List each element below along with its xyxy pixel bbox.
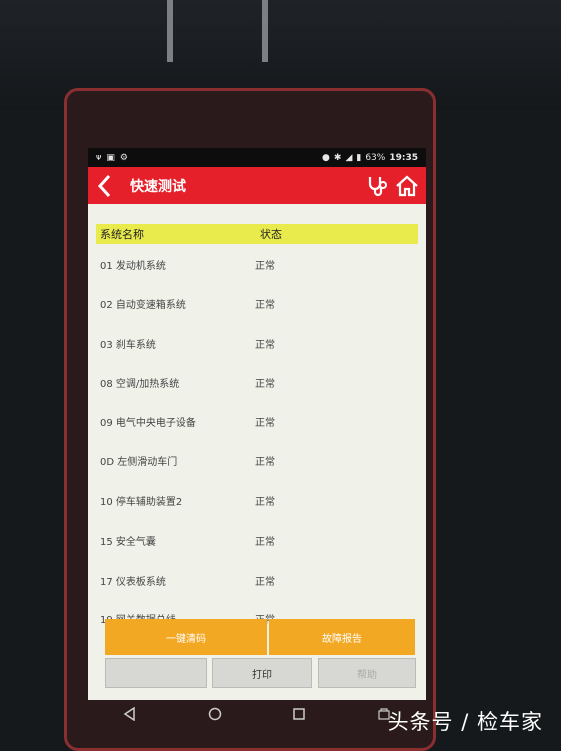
system-state: 正常	[255, 536, 275, 548]
stethoscope-button[interactable]	[364, 172, 390, 200]
home-icon	[396, 175, 418, 196]
print-button[interactable]: 打印	[212, 658, 312, 688]
list-item[interactable]: 09 电气中央电子设备 正常	[100, 409, 400, 433]
list-item[interactable]: 01 发动机系统 正常	[100, 252, 400, 276]
system-state: 正常	[255, 456, 275, 468]
system-state: 正常	[255, 378, 275, 390]
watermark: 头条号 / 检车家	[387, 710, 543, 734]
system-name: 0D 左侧滑动车门	[100, 456, 178, 468]
android-nav-bar	[88, 700, 426, 730]
list-item[interactable]: 10 停车辅助装置2 正常	[100, 488, 400, 512]
nav-back-button[interactable]	[123, 706, 137, 725]
back-arrow-icon	[97, 174, 111, 197]
help-button[interactable]: 帮助	[318, 658, 416, 688]
home-button[interactable]	[394, 172, 420, 200]
system-state: 正常	[255, 299, 275, 311]
column-header-name: 系统名称	[100, 228, 144, 241]
blank-button[interactable]	[105, 658, 207, 688]
system-name: 08 空调/加热系统	[100, 378, 180, 390]
stethoscope-icon	[368, 176, 387, 196]
status-time: 19:35	[389, 152, 418, 163]
system-name: 10 停车辅助装置2	[100, 496, 183, 508]
list-item[interactable]: 0D 左侧滑动车门 正常	[100, 448, 400, 472]
system-name: 15 安全气囊	[100, 536, 156, 548]
back-button[interactable]	[88, 167, 122, 204]
status-bar: ᴪ ▣ ⚙ ● ✱ ◢ ▮ 63% 19:35	[88, 148, 426, 167]
triangle-back-icon	[123, 706, 135, 721]
system-name: 17 仪表板系统	[100, 576, 166, 588]
system-state: 正常	[255, 339, 275, 351]
list-item[interactable]: 03 刹车系统 正常	[100, 331, 400, 355]
system-name: 03 刹车系统	[100, 339, 156, 351]
system-state: 正常	[255, 576, 275, 588]
sim-icon: ▮	[356, 152, 362, 163]
system-name: 02 自动变速箱系统	[100, 299, 186, 311]
cable-right	[262, 0, 268, 62]
title-bar: 快速测试	[88, 167, 426, 204]
signal-icon: ◢	[345, 152, 353, 163]
image-icon: ▣	[106, 152, 115, 163]
square-recent-icon	[293, 707, 305, 720]
list-item[interactable]: 15 安全气囊 正常	[100, 528, 400, 552]
list-header: 系统名称 状态	[96, 224, 418, 244]
system-name: 01 发动机系统	[100, 260, 166, 272]
system-state: 正常	[255, 417, 275, 429]
system-state: 正常	[255, 496, 275, 508]
nav-home-button[interactable]	[208, 706, 222, 725]
fault-report-button[interactable]: 故障报告	[269, 619, 415, 655]
list-item[interactable]: 02 自动变速箱系统 正常	[100, 291, 400, 315]
device-screen: ᴪ ▣ ⚙ ● ✱ ◢ ▮ 63% 19:35 快速测试 系统名称 状态 01 …	[88, 148, 426, 700]
system-state: 正常	[255, 260, 275, 272]
location-icon: ●	[322, 152, 330, 163]
system-name: 09 电气中央电子设备	[100, 417, 196, 429]
nav-recent-button[interactable]	[292, 706, 306, 725]
settings-icon: ⚙	[119, 152, 128, 163]
circle-home-icon	[208, 707, 221, 720]
battery-percent: 63%	[365, 152, 386, 163]
cable-left	[167, 0, 173, 62]
list-item[interactable]: 08 空调/加热系统 正常	[100, 370, 400, 394]
list-item[interactable]: 17 仪表板系统 正常	[100, 568, 400, 592]
bluetooth-icon: ✱	[333, 152, 342, 163]
clear-codes-button[interactable]: 一键清码	[105, 619, 267, 655]
page-title: 快速测试	[130, 178, 186, 195]
column-header-state: 状态	[260, 228, 282, 241]
usb-icon: ᴪ	[96, 152, 102, 163]
